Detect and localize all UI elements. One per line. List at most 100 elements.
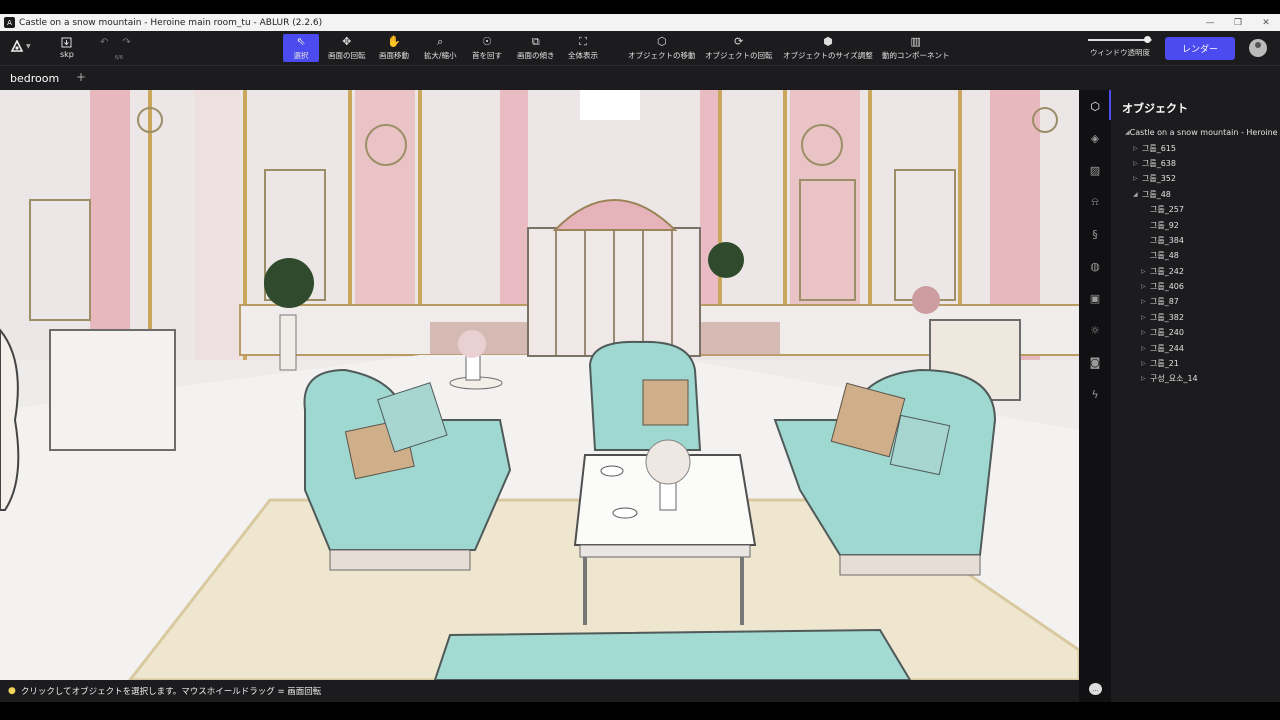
tree-node[interactable]: ▷ 그룹_244 <box>1111 340 1280 355</box>
tree-node-label: 그룹_92 <box>1150 220 1179 230</box>
tree-node[interactable]: ◢Castle on a snow mountain - Heroine mai… <box>1111 125 1280 140</box>
tree-node[interactable]: ▷ 그룹_382 <box>1111 310 1280 325</box>
tree-node[interactable]: ▷ 그룹_638 <box>1111 156 1280 171</box>
potted-plant <box>264 258 314 308</box>
tree-node[interactable]: ▷ 구성_요소_14 <box>1111 371 1280 386</box>
image-icon[interactable]: ▣ <box>1087 290 1103 306</box>
tool-zoom-extents[interactable]: ⛶ 全体表示 <box>568 34 598 62</box>
tool-label: 拡大/縮小 <box>424 50 457 60</box>
tab-bedroom[interactable]: bedroom <box>0 66 70 90</box>
render-button[interactable]: レンダー <box>1165 37 1235 60</box>
window-opacity-slider[interactable] <box>1088 36 1152 43</box>
collapsed-triangle-icon[interactable]: ▷ <box>1141 268 1150 275</box>
lightbulb-icon: ● <box>8 686 16 696</box>
scene-render <box>0 90 1079 680</box>
expanded-triangle-icon[interactable]: ◢ <box>1133 191 1142 198</box>
redo-icon[interactable]: ↷ <box>122 37 130 48</box>
undo-icon[interactable]: ↶ <box>100 37 108 48</box>
collapsed-triangle-icon[interactable]: ▷ <box>1141 360 1150 367</box>
rotate-object-icon: ⟳ <box>734 34 744 48</box>
chevron-down-icon: ▼ <box>26 42 31 50</box>
tree-node[interactable]: ▷ 그룹_242 <box>1111 264 1280 279</box>
file-type-label: skp <box>60 50 74 59</box>
collapsed-triangle-icon[interactable]: ▷ <box>1141 283 1150 290</box>
tool-move-object[interactable]: ⬡ オブジェクトの移動 <box>628 34 696 62</box>
file-save-button[interactable]: skp <box>60 34 74 62</box>
collapsed-triangle-icon[interactable]: ▷ <box>1141 329 1150 336</box>
path-icon[interactable]: § <box>1087 226 1103 242</box>
letterbox-top <box>0 0 1280 14</box>
tree-node[interactable]: ▷ 그룹_352 <box>1111 171 1280 186</box>
collapsed-triangle-icon[interactable]: ▷ <box>1141 298 1150 305</box>
app-menu-button[interactable]: ▼ <box>10 40 31 52</box>
collapsed-triangle-icon[interactable]: ▷ <box>1133 175 1142 182</box>
tree-node[interactable]: ◢ 그룹_48 <box>1111 187 1280 202</box>
tree-node[interactable]: ▷ 그룹_615 <box>1111 140 1280 155</box>
chat-icon[interactable]: … <box>1089 683 1102 695</box>
material-icon[interactable]: ▨ <box>1087 162 1103 178</box>
minimize-button[interactable]: — <box>1196 14 1224 31</box>
window-opacity-knob[interactable] <box>1143 36 1151 43</box>
collapsed-triangle-icon[interactable]: ▷ <box>1141 314 1150 321</box>
tool-label: 動的コンポーネント <box>882 50 950 60</box>
tree-node[interactable]: ▷ 그룹_406 <box>1111 279 1280 294</box>
3d-viewport[interactable] <box>0 90 1079 680</box>
tree-node-label: 그룹_48 <box>1150 251 1179 261</box>
object-tree: ◢ Castle on a snow mountain - Heroine mai… <box>1111 125 1280 387</box>
tool-rotate-object[interactable]: ⟳ オブジェクトの回転 <box>705 34 773 62</box>
tool-tilt[interactable]: ⧉ 画面の傾き <box>517 34 555 62</box>
status-bar: ● クリックしてオブジェクトを選択します。マウスホイールドラッグ = 画面回転 <box>0 680 1079 702</box>
look-around-icon: ☉ <box>482 34 492 48</box>
tool-zoom[interactable]: ⌕ 拡大/縮小 <box>424 34 457 62</box>
tree-node[interactable]: ▷ 그룹_87 <box>1111 294 1280 309</box>
lightning-icon[interactable]: ϟ <box>1087 386 1103 402</box>
tree-node-label: 구성_요소_14 <box>1150 374 1198 384</box>
tree-node[interactable]: 그룹_92 <box>1111 217 1280 232</box>
undo-count: 6/6 <box>115 55 124 61</box>
window-opacity-fill <box>1088 39 1147 41</box>
tree-node[interactable]: 그룹_48 <box>1111 248 1280 263</box>
object-cube-icon[interactable]: ⬡ <box>1087 98 1103 114</box>
tool-scale-object[interactable]: ⬢ オブジェクトのサイズ調整 <box>783 34 873 62</box>
collapsed-triangle-icon[interactable]: ▷ <box>1141 375 1150 382</box>
tree-node[interactable]: 그룹_384 <box>1111 233 1280 248</box>
collapsed-triangle-icon[interactable]: ▷ <box>1141 345 1150 352</box>
panel-title: オブジェクト <box>1122 102 1188 115</box>
restore-button[interactable]: ❐ <box>1224 14 1252 31</box>
person-icon[interactable]: ⍾ <box>1087 194 1103 210</box>
user-avatar-icon[interactable] <box>1249 39 1267 57</box>
zoom-icon: ⌕ <box>437 34 444 48</box>
scene-tab-bar: bedroom + <box>0 65 1280 90</box>
camera-icon[interactable]: ◙ <box>1087 354 1103 370</box>
cursor-icon: ⇖ <box>296 34 306 48</box>
collapsed-triangle-icon[interactable]: ▷ <box>1133 145 1142 152</box>
tree-node[interactable]: ▷ 그룹_21 <box>1111 356 1280 371</box>
app-logo-icon: A <box>4 17 15 28</box>
layers-icon[interactable]: ◈ <box>1087 130 1103 146</box>
tool-dynamic-component[interactable]: ▥ 動的コンポーネント <box>882 34 950 62</box>
close-button[interactable]: ✕ <box>1252 14 1280 31</box>
tool-select[interactable]: ⇖ 選択 <box>283 34 319 62</box>
ablur-logo-icon <box>10 40 24 52</box>
globe-icon[interactable]: ◍ <box>1087 258 1103 274</box>
tool-label: 首を回す <box>472 50 502 60</box>
tree-node[interactable]: ▷ 그룹_240 <box>1111 325 1280 340</box>
pink-panel <box>355 90 415 310</box>
add-tab-button[interactable]: + <box>76 70 86 84</box>
tool-look-around[interactable]: ☉ 首を回す <box>472 34 502 62</box>
tool-orbit[interactable]: ✥ 画面の回転 <box>328 34 366 62</box>
sun-icon[interactable]: ☼ <box>1087 322 1103 338</box>
collapsed-triangle-icon[interactable]: ▷ <box>1133 160 1142 167</box>
window-controls: — ❐ ✕ <box>1196 14 1280 31</box>
ottoman <box>433 628 912 680</box>
pink-pilaster <box>90 90 130 360</box>
window-title: Castle on a snow mountain - Heroine main… <box>19 17 323 28</box>
move-object-icon: ⬡ <box>656 34 667 48</box>
tree-node-label: 그룹_244 <box>1150 343 1184 353</box>
tool-pan[interactable]: ✋ 画面移動 <box>379 34 409 62</box>
title-bar: A Castle on a snow mountain - Heroine ma… <box>0 14 1280 31</box>
tree-node-label: 그룹_48 <box>1142 189 1171 199</box>
tree-node-label: Castle on a snow mountain - Heroine main… <box>1129 128 1280 138</box>
tree-node[interactable]: 그룹_257 <box>1111 202 1280 217</box>
tool-label: オブジェクトの回転 <box>705 50 773 60</box>
